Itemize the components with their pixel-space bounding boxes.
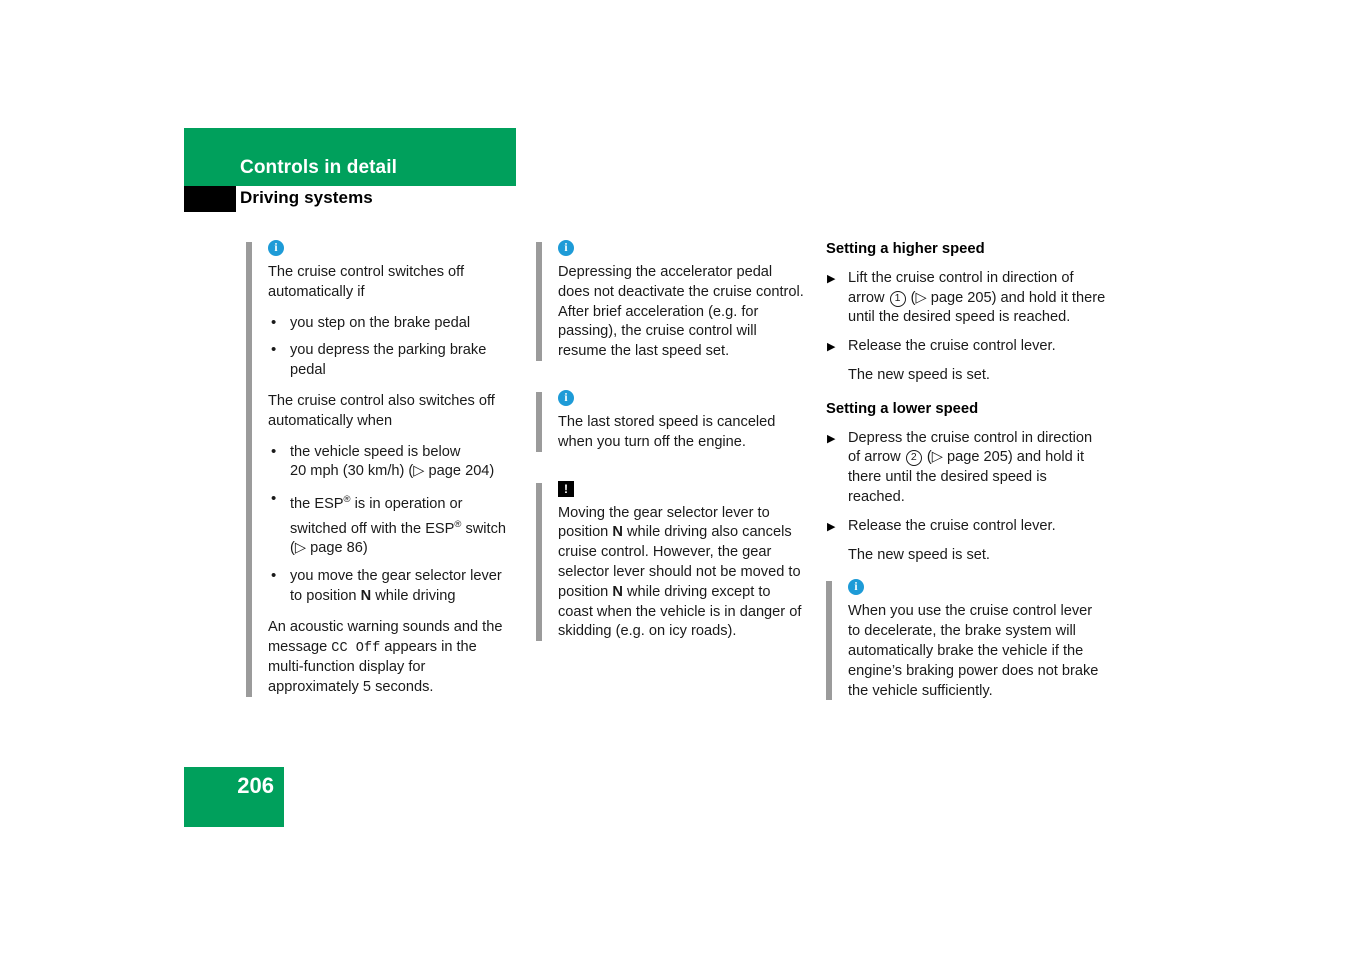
note-paragraph-2: The cruise control also switches off aut… <box>268 392 495 429</box>
warning-icon: ! <box>558 480 574 497</box>
info-note-brake-assist: i When you use the cruise control lever … <box>826 579 1106 701</box>
note-paragraph: When you use the cruise control lever to… <box>848 603 1099 699</box>
section-title: Driving systems <box>240 188 373 207</box>
info-icon: i <box>558 240 574 256</box>
content-column-1: i The cruise control switches off automa… <box>246 240 516 716</box>
subheading-setting-lower-speed: Setting a lower speed <box>826 400 979 417</box>
page-number: 206 <box>237 773 274 798</box>
note-paragraph: Depressing the accelerator pedal does no… <box>558 264 804 360</box>
section-marker-square <box>184 186 236 212</box>
list-item-line-a: the ESP <box>290 496 344 513</box>
footer-page-block: 206 <box>184 767 284 827</box>
callout-number-1: 1 <box>889 290 906 307</box>
step-list-higher-speed: Lift the cruise control in direction of … <box>826 269 1106 386</box>
subheading-setting-higher-speed: Setting a higher speed <box>826 241 985 257</box>
callout-number-2: 2 <box>905 450 922 467</box>
list-item-line-b: 20 mph (30 km/h) (▷ page 204) <box>290 463 495 480</box>
registered-mark: ® <box>343 494 351 506</box>
chapter-header-band: Controls in detail <box>184 128 516 186</box>
page-reference[interactable]: (▷ page 86) <box>290 540 368 556</box>
info-icon: i <box>558 389 574 406</box>
list-item-line-b: while driving <box>371 588 456 605</box>
info-note-cruise-switches-off: i The cruise control switches off automa… <box>246 240 516 698</box>
list-item: the ESP® is in operation or switched off… <box>268 489 516 559</box>
bullet-list-switch-off-if: you step on the brake pedal you depress … <box>268 313 516 381</box>
warning-note-gear-selector-neutral: ! Moving the gear selector lever to posi… <box>536 480 806 643</box>
step-result: The new speed is set. <box>848 546 990 563</box>
step-item: Release the cruise control lever. <box>826 337 1106 357</box>
note-paragraph: Moving the gear selector lever to positi… <box>558 504 806 643</box>
gear-position-label: N <box>612 583 623 600</box>
note-closing-paragraph: An acoustic warning sounds and the messa… <box>268 618 516 698</box>
note-paragraph: The last stored speed is canceled when y… <box>558 413 776 450</box>
step-result: The new speed is set. <box>848 366 990 383</box>
step-item: Lift the cruise control in direction of … <box>826 269 1106 328</box>
step-list-lower-speed: Depress the cruise control in direction … <box>826 429 1106 566</box>
list-item: the vehicle speed is below 20 mph (30 km… <box>268 442 516 483</box>
list-item-line-c: switch <box>461 520 507 537</box>
list-item: you move the gear selector lever to posi… <box>268 566 516 607</box>
info-icon: i <box>848 579 864 596</box>
content-column-2: i Depressing the accelerator pedal does … <box>536 240 806 660</box>
chapter-title: Controls in detail <box>240 157 397 178</box>
gear-position-label: N <box>360 588 372 605</box>
bullet-list-switch-off-when: the vehicle speed is below 20 mph (30 km… <box>268 442 516 607</box>
gear-position-label: N <box>612 524 623 541</box>
display-message-code: CC Off <box>331 640 381 656</box>
info-note-accelerator-pedal: i Depressing the accelerator pedal does … <box>536 240 806 362</box>
content-column-3: Setting a higher speed Lift the cruise c… <box>826 240 1106 719</box>
info-note-stored-speed-canceled: i The last stored speed is canceled when… <box>536 389 806 453</box>
list-item: you step on the brake pedal <box>268 313 516 334</box>
step-item: Depress the cruise control in direction … <box>826 429 1106 508</box>
step-item: Release the cruise control lever. <box>826 517 1106 537</box>
list-item-line-a: the vehicle speed is below <box>290 443 461 460</box>
note-paragraph: The cruise control switches off automati… <box>268 264 465 300</box>
info-icon: i <box>268 240 284 256</box>
list-item: you depress the parking brake pedal <box>268 340 516 381</box>
